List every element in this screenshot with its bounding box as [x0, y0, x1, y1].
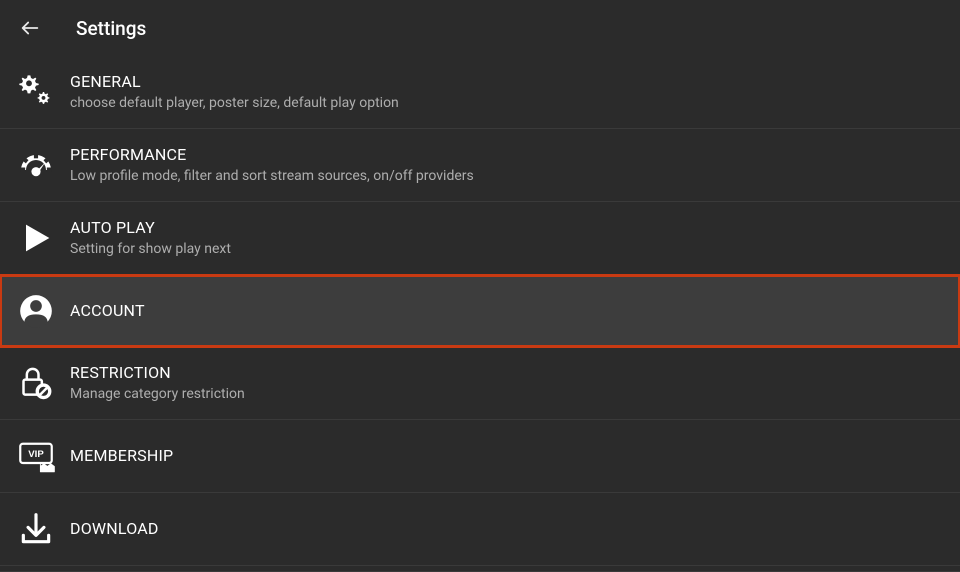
item-subtitle: Manage category restriction [70, 385, 245, 403]
text-column: ACCOUNT [70, 301, 145, 322]
header: Settings [0, 0, 960, 56]
text-column: GENERAL choose default player, poster si… [70, 72, 399, 113]
item-subtitle: Setting for show play next [70, 240, 231, 258]
settings-item-restriction[interactable]: RESTRICTION Manage category restriction [0, 347, 960, 420]
vip-icon: VIP [14, 434, 58, 478]
text-column: PERFORMANCE Low profile mode, filter and… [70, 145, 474, 186]
settings-item-performance[interactable]: PERFORMANCE Low profile mode, filter and… [0, 129, 960, 202]
text-column: MEMBERSHIP [70, 446, 173, 467]
item-title: GENERAL [70, 72, 399, 93]
settings-item-general[interactable]: GENERAL choose default player, poster si… [0, 56, 960, 129]
settings-item-membership[interactable]: VIP MEMBERSHIP [0, 420, 960, 493]
download-icon [14, 507, 58, 551]
item-title: DOWNLOAD [70, 519, 159, 540]
text-column: RESTRICTION Manage category restriction [70, 363, 245, 404]
settings-list: GENERAL choose default player, poster si… [0, 56, 960, 572]
item-subtitle: Low profile mode, filter and sort stream… [70, 167, 474, 185]
item-title: RESTRICTION [70, 363, 245, 384]
item-title: MEMBERSHIP [70, 446, 173, 467]
arrow-left-icon [19, 17, 41, 39]
text-column: AUTO PLAY Setting for show play next [70, 218, 231, 259]
item-title: PERFORMANCE [70, 145, 474, 166]
settings-item-auto-play[interactable]: AUTO PLAY Setting for show play next [0, 202, 960, 275]
account-icon [14, 289, 58, 333]
item-title: ACCOUNT [70, 301, 145, 322]
divider [0, 566, 960, 572]
svg-text:VIP: VIP [28, 449, 44, 460]
item-subtitle: choose default player, poster size, defa… [70, 94, 399, 112]
lock-restriction-icon [14, 361, 58, 405]
item-title: AUTO PLAY [70, 218, 231, 239]
play-icon [14, 216, 58, 260]
settings-item-account[interactable]: ACCOUNT [0, 275, 960, 347]
gauge-icon [14, 143, 58, 187]
settings-item-download[interactable]: DOWNLOAD [0, 493, 960, 566]
page-title: Settings [76, 17, 146, 40]
gears-icon [14, 70, 58, 114]
text-column: DOWNLOAD [70, 519, 159, 540]
back-button[interactable] [16, 14, 44, 42]
